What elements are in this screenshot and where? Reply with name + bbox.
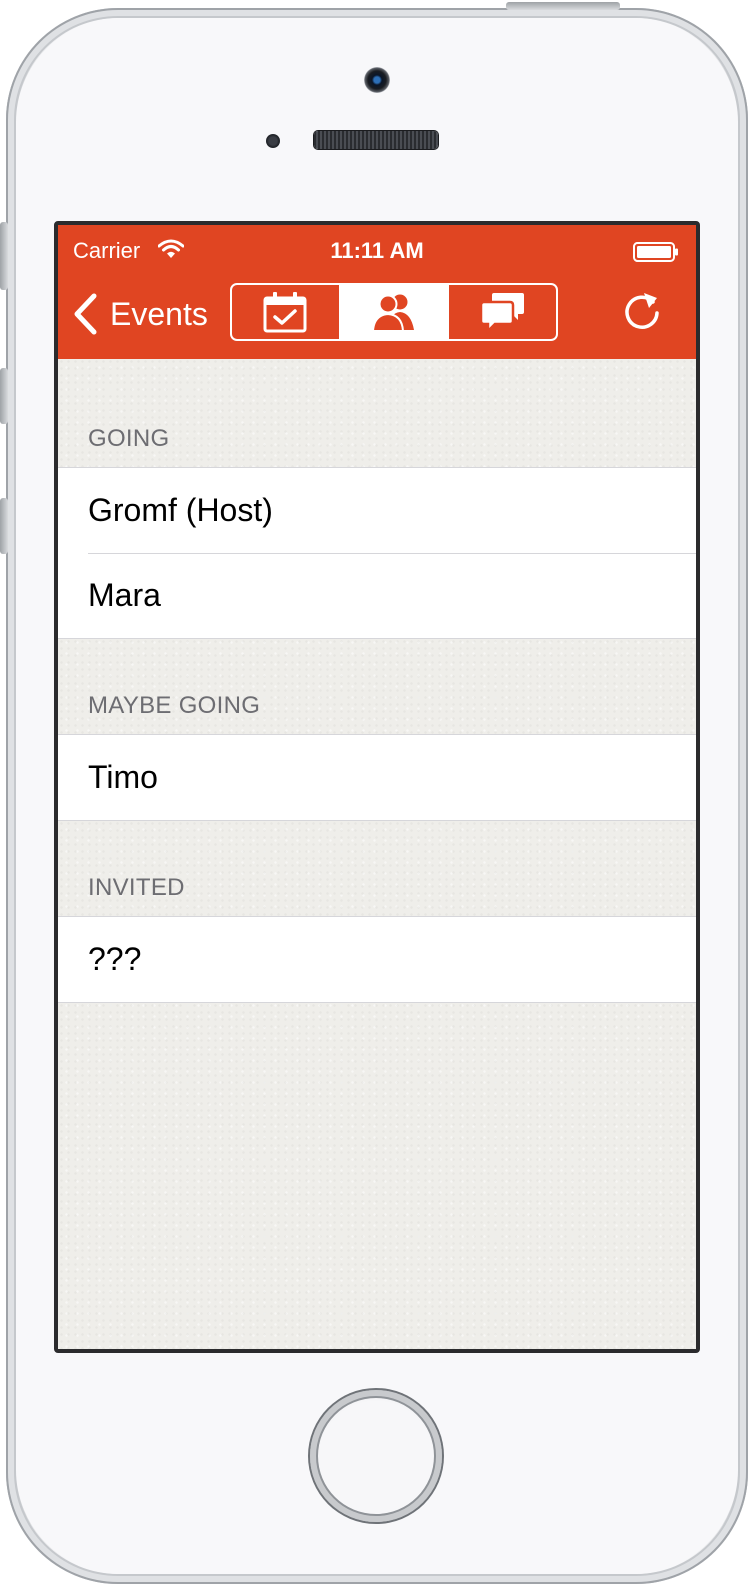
chevron-left-icon: [74, 293, 97, 335]
calendar-check-icon: [263, 292, 307, 333]
mute-switch: [0, 222, 8, 290]
section-header: INVITED: [58, 821, 696, 916]
people-icon: [371, 294, 414, 332]
attendee-list: GOING Gromf (Host) Mara MAYBE GOING Timo…: [58, 359, 696, 1003]
proximity-sensor: [266, 134, 280, 148]
list-item[interactable]: Mara: [58, 553, 696, 638]
chat-bubbles-icon: [479, 293, 524, 334]
section-going: Gromf (Host) Mara: [58, 467, 696, 639]
section-header: GOING: [58, 359, 696, 467]
back-button-label: Events: [110, 295, 208, 332]
tab-attendees[interactable]: [338, 285, 448, 339]
section-invited: ???: [58, 916, 696, 1003]
navigation-header: Carrier 11:11 AM Events: [58, 225, 696, 359]
volume-down-button: [0, 498, 8, 554]
list-item[interactable]: Timo: [58, 735, 696, 820]
section-header-label: INVITED: [88, 874, 185, 901]
section-header-label: MAYBE GOING: [88, 692, 261, 719]
status-time: 11:11 AM: [330, 238, 424, 263]
navigation-bar: Events: [58, 277, 696, 359]
home-button[interactable]: [310, 1390, 442, 1522]
section-header: MAYBE GOING: [58, 639, 696, 734]
screen: Carrier 11:11 AM Events GOING Gromf (Hos…: [54, 221, 700, 1353]
tab-chat[interactable]: [447, 285, 556, 339]
battery-icon: [633, 242, 678, 262]
view-segmented-control: [230, 283, 558, 341]
back-button[interactable]: Events: [72, 289, 208, 339]
section-maybe-going: Timo: [58, 734, 696, 821]
front-camera: [364, 67, 390, 93]
earpiece-speaker: [314, 131, 438, 149]
power-button: [506, 2, 620, 10]
refresh-icon[interactable]: [620, 289, 664, 333]
status-bar: Carrier 11:11 AM: [58, 225, 696, 277]
list-item[interactable]: ???: [58, 917, 696, 1002]
tab-event-details[interactable]: [232, 285, 339, 339]
list-item[interactable]: Gromf (Host): [58, 468, 696, 553]
volume-up-button: [0, 368, 8, 424]
section-header-label: GOING: [88, 425, 170, 452]
